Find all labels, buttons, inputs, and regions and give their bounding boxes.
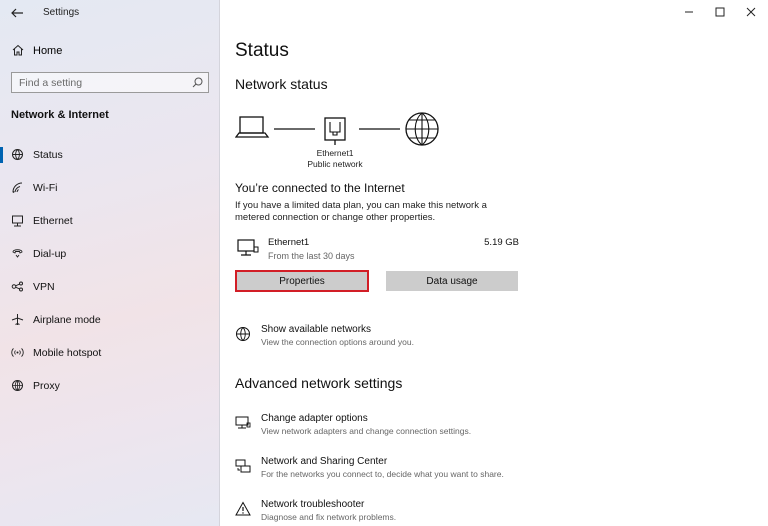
globe-icon	[12, 380, 23, 392]
search-placeholder: Find a setting	[19, 77, 83, 89]
home-nav-item[interactable]: Home	[0, 40, 220, 62]
selection-indicator	[0, 147, 3, 163]
connected-heading: You’re connected to the Internet	[235, 181, 405, 195]
network-diagram	[235, 112, 439, 146]
sidebar-item-status[interactable]: Status	[0, 144, 220, 166]
show-networks-desc: View the connection options around you.	[261, 337, 414, 347]
diagram-network-type: Public network	[307, 159, 363, 169]
sharing-center-desc: For the networks you connect to, decide …	[261, 469, 504, 479]
sidebar-item-label: Wi-Fi	[33, 182, 58, 194]
back-arrow-icon[interactable]	[8, 4, 26, 22]
change-adapter-link[interactable]: Change adapter options View network adap…	[235, 413, 535, 443]
sidebar-item-label: Mobile hotspot	[33, 347, 102, 359]
show-networks-link[interactable]: Show available networks View the connect…	[235, 324, 535, 354]
adapter-monitor-icon	[237, 239, 259, 256]
adapter-data-used: 5.19 GB	[484, 237, 519, 248]
sidebar-item-label: Airplane mode	[33, 314, 101, 326]
network-status-header: Network status	[235, 76, 328, 92]
warning-icon	[235, 501, 251, 516]
troubleshooter-title: Network troubleshooter	[261, 499, 365, 510]
adapter-usage-period: From the last 30 days	[268, 251, 355, 261]
titlebar-left: Settings	[0, 0, 220, 26]
sidebar-item-proxy[interactable]: Proxy	[0, 375, 220, 397]
ethernet-port-icon	[324, 117, 346, 145]
troubleshooter-link[interactable]: Network troubleshooter Diagnose and fix …	[235, 499, 535, 526]
properties-button[interactable]: Properties	[235, 270, 369, 292]
search-icon[interactable]	[191, 76, 204, 89]
change-adapter-title: Change adapter options	[261, 413, 368, 424]
sidebar-item-hotspot[interactable]: Mobile hotspot	[0, 342, 220, 364]
sidebar-item-vpn[interactable]: VPN	[0, 276, 220, 298]
change-adapter-desc: View network adapters and change connect…	[261, 426, 472, 436]
sidebar-item-label: VPN	[33, 281, 55, 293]
search-input[interactable]: Find a setting	[11, 72, 209, 93]
page-title: Status	[235, 40, 289, 61]
sharing-center-title: Network and Sharing Center	[261, 456, 388, 467]
sidebar-item-airplane[interactable]: Airplane mode	[0, 309, 220, 331]
sidebar-item-label: Dial-up	[33, 248, 67, 260]
sidebar-item-ethernet[interactable]: Ethernet	[0, 210, 220, 232]
show-networks-title: Show available networks	[261, 324, 372, 335]
advanced-header: Advanced network settings	[235, 375, 403, 391]
sidebar: Settings Home Find a setting Network & I…	[0, 0, 220, 526]
internet-globe-icon	[405, 112, 439, 146]
sidebar-item-dialup[interactable]: Dial-up	[0, 243, 220, 265]
globe-network-icon	[236, 327, 250, 342]
home-icon	[12, 44, 24, 56]
airplane-icon	[11, 314, 24, 325]
sidebar-item-label: Status	[33, 149, 63, 161]
sidebar-item-label: Ethernet	[33, 215, 73, 227]
sidebar-item-label: Proxy	[33, 380, 60, 392]
main-content: Status Network status Ethernet1 Public n…	[221, 0, 768, 526]
adapter-icon	[235, 416, 251, 429]
ethernet-icon	[12, 215, 23, 227]
data-usage-button[interactable]: Data usage	[386, 271, 518, 291]
wifi-icon	[12, 182, 23, 193]
home-label: Home	[33, 45, 63, 57]
sharing-center-link[interactable]: Network and Sharing Center For the netwo…	[235, 456, 535, 486]
adapter-name: Ethernet1	[268, 237, 310, 248]
sidebar-item-wifi[interactable]: Wi-Fi	[0, 177, 220, 199]
section-header: Network & Internet	[11, 109, 109, 121]
diagram-adapter-name: Ethernet1	[316, 148, 354, 158]
sharing-center-icon	[235, 459, 251, 473]
vpn-icon	[11, 281, 23, 292]
troubleshooter-desc: Diagnose and fix network problems.	[261, 512, 397, 522]
connected-desc-line1: If you have a limited data plan, you can…	[235, 200, 487, 211]
hotspot-icon	[11, 348, 24, 357]
connected-desc-line2: metered connection or change other prope…	[235, 212, 436, 223]
globe-status-icon	[12, 149, 23, 161]
phone-icon	[12, 249, 23, 258]
laptop-icon	[235, 116, 270, 138]
app-title: Settings	[43, 7, 80, 18]
